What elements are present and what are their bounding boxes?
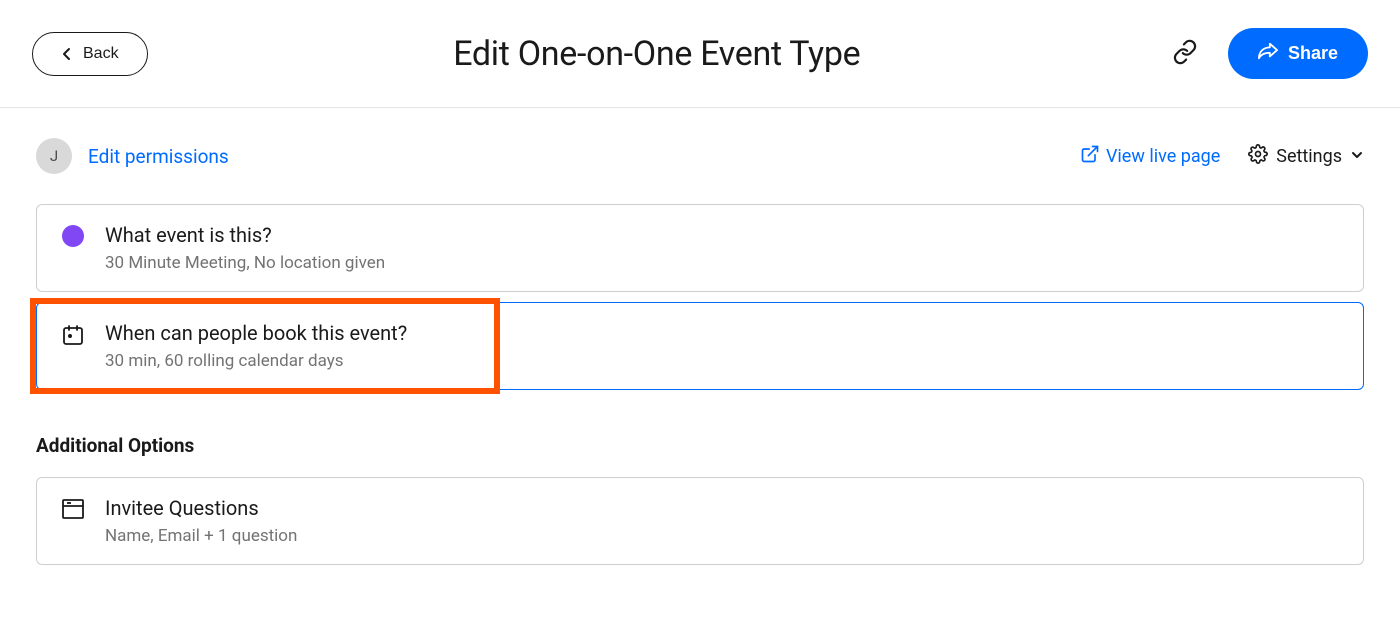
external-link-icon (1080, 144, 1100, 169)
avatar-initial: J (50, 147, 58, 165)
share-label: Share (1288, 43, 1338, 64)
permissions-row: J Edit permissions View live page Settin… (36, 138, 1364, 174)
card-body: When can people book this event? 30 min,… (105, 321, 1341, 371)
form-icon (59, 496, 87, 520)
card-title: Invitee Questions (105, 496, 1341, 520)
page-header: Back Edit One-on-One Event Type Share (0, 0, 1400, 108)
chevron-left-icon (61, 47, 73, 61)
card-subtitle: 30 min, 60 rolling calendar days (105, 351, 1341, 371)
page-title: Edit One-on-One Event Type (148, 34, 1166, 74)
event-details-card[interactable]: What event is this? 30 Minute Meeting, N… (36, 204, 1364, 292)
chevron-down-icon (1350, 146, 1364, 167)
card-title: When can people book this event? (105, 321, 1341, 345)
edit-permissions-link[interactable]: Edit permissions (88, 145, 229, 168)
highlighted-section: When can people book this event? 30 min,… (36, 302, 1364, 390)
page-content: J Edit permissions View live page Settin… (0, 108, 1400, 565)
card-body: What event is this? 30 Minute Meeting, N… (105, 223, 1341, 273)
event-color-dot (59, 223, 87, 247)
settings-label: Settings (1276, 146, 1342, 167)
link-icon (1172, 39, 1198, 68)
back-button[interactable]: Back (32, 32, 148, 76)
additional-options-heading: Additional Options (36, 434, 1364, 457)
back-label: Back (83, 45, 119, 63)
card-subtitle: Name, Email + 1 question (105, 526, 1341, 546)
copy-link-button[interactable] (1166, 33, 1204, 74)
avatar: J (36, 138, 72, 174)
gear-icon (1248, 144, 1268, 169)
view-live-label: View live page (1106, 146, 1220, 167)
invitee-questions-card[interactable]: Invitee Questions Name, Email + 1 questi… (36, 477, 1364, 565)
header-actions: Share (1166, 28, 1368, 79)
calendar-icon (59, 321, 87, 347)
card-subtitle: 30 Minute Meeting, No location given (105, 253, 1341, 273)
permissions-actions: View live page Settings (1080, 144, 1364, 169)
view-live-page-link[interactable]: View live page (1080, 144, 1220, 169)
card-title: What event is this? (105, 223, 1341, 247)
booking-availability-card[interactable]: When can people book this event? 30 min,… (36, 302, 1364, 390)
share-button[interactable]: Share (1228, 28, 1368, 79)
share-arrow-icon (1258, 42, 1278, 65)
card-body: Invitee Questions Name, Email + 1 questi… (105, 496, 1341, 546)
settings-dropdown[interactable]: Settings (1248, 144, 1364, 169)
